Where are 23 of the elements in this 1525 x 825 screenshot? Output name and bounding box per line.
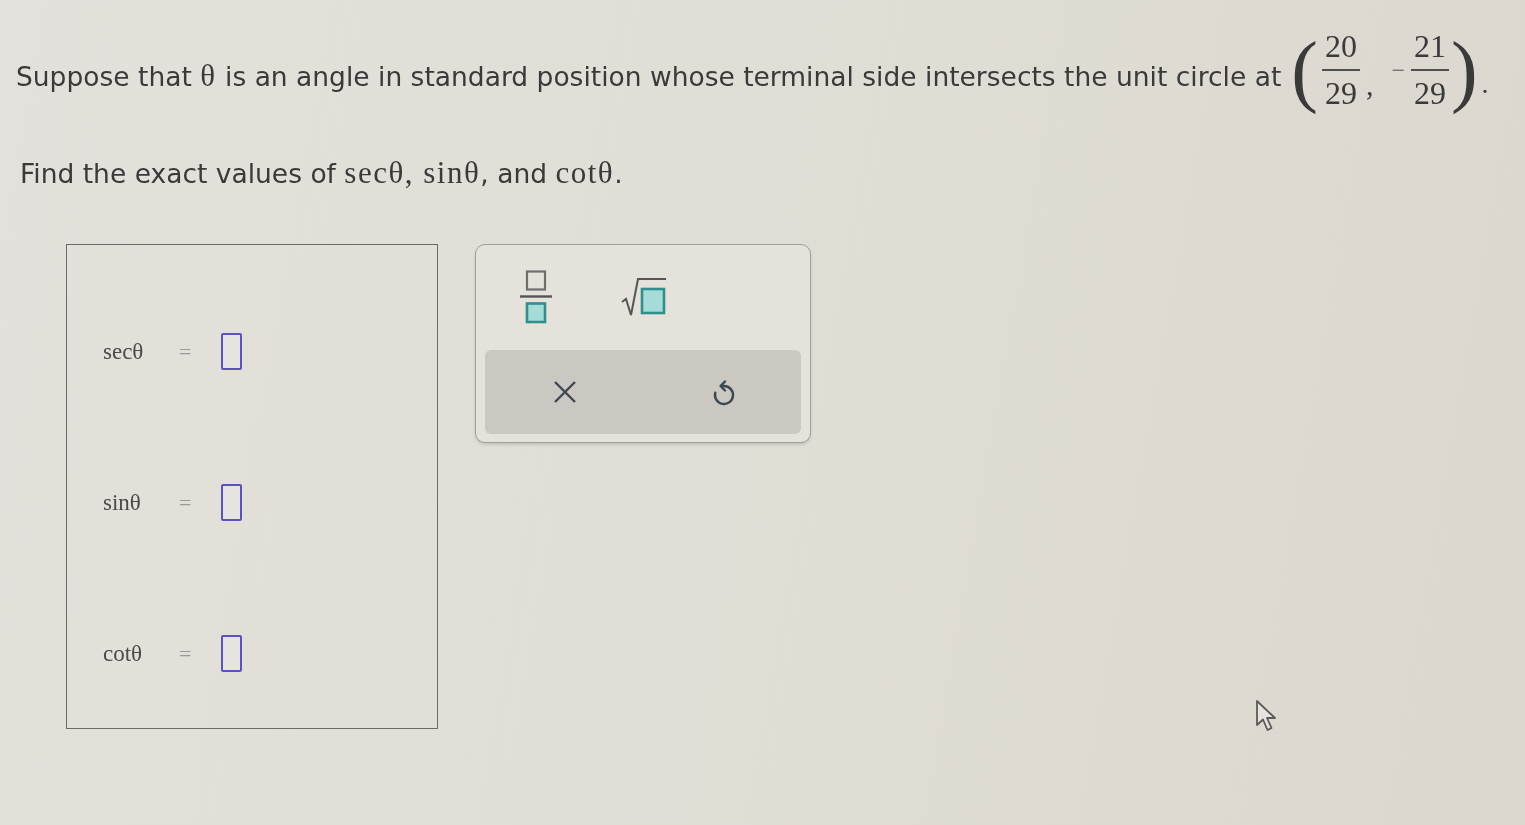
numerator: 20 — [1323, 30, 1358, 64]
undo-icon — [712, 378, 736, 407]
numerator: 21 — [1412, 30, 1447, 64]
minus-sign: − — [1391, 56, 1405, 84]
answer-label: cotθ — [103, 640, 144, 667]
x-icon — [553, 380, 577, 405]
instruction-text: Find the exact values of secθ, sinθ, and cotθ. — [20, 154, 623, 192]
answer-box[interactable] — [221, 333, 242, 371]
equals-sign: = — [179, 640, 193, 667]
fraction-icon — [520, 270, 552, 325]
answer-box[interactable] — [221, 484, 242, 522]
answer-label: secθ — [103, 338, 145, 365]
denominator: 29 — [1412, 76, 1447, 111]
answer-box[interactable] — [221, 635, 242, 673]
denominator: 29 — [1323, 76, 1358, 111]
cursor-icon — [1255, 699, 1279, 733]
equals-sign: = — [179, 338, 193, 365]
equals-sign: = — [179, 489, 193, 516]
period: . — [1481, 68, 1489, 101]
answer-label: sinθ — [103, 489, 142, 516]
question-text: Suppose that θ is an angle in standard position whose terminal side intersects the unit circle at — [16, 56, 1282, 94]
comma: , — [1365, 68, 1374, 103]
square-root-icon — [621, 277, 667, 318]
